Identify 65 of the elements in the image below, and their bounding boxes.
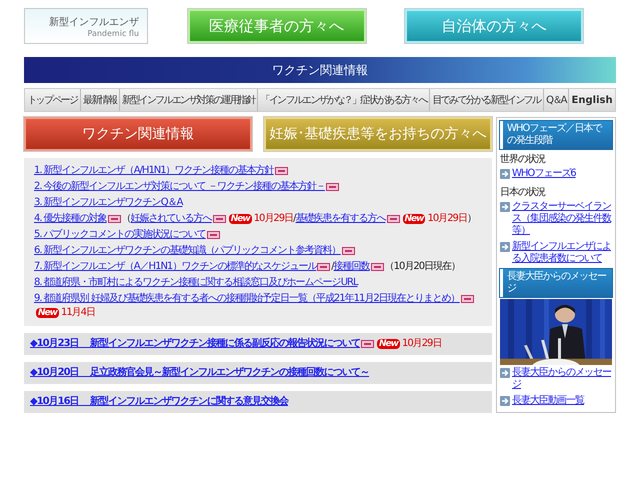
document-link[interactable]: 2. 今後の新型インフルエンザ対策について －ワクチン接種の基本方針－ xyxy=(34,180,325,194)
pdf-icon xyxy=(206,231,220,239)
pdf-icon xyxy=(460,295,474,303)
new-label: New xyxy=(36,308,59,318)
sidebar-link[interactable]: 長妻大臣動画一覧 xyxy=(512,395,584,407)
sidebar-link[interactable]: 新型インフルエンザによる入院患者数について xyxy=(512,241,612,265)
logo-subtitle: Pandemic flu xyxy=(87,28,139,38)
arrow-icon xyxy=(500,368,510,378)
section-button[interactable]: ワクチン関連情報 xyxy=(24,117,252,151)
pdf-icon xyxy=(326,183,339,191)
plain-text: ） xyxy=(466,212,476,226)
document-link[interactable]: ◆10月23日 新型インフルエンザワクチン接種に係る副反応の報告状況について xyxy=(30,337,360,351)
pdf-icon xyxy=(274,167,288,175)
date-text: 10月29日 xyxy=(402,337,442,351)
new-label: New xyxy=(402,214,426,224)
logo-title: 新型インフルエンザ xyxy=(49,16,139,28)
plain-text: （10月20日現在） xyxy=(384,260,460,274)
sidebar-header-title: WHOフェーズ／日本での発生段階 xyxy=(507,123,603,147)
document-link[interactable]: 8. 都道府県・市町村によるワクチン接種に関する相談窓口及びホームページURL xyxy=(34,276,358,290)
document-link[interactable]: 接種回数 xyxy=(334,260,370,274)
site-logo[interactable]: 新型インフルエンザ Pandemic flu xyxy=(24,8,148,44)
plain-text: / xyxy=(293,213,296,226)
nav-item[interactable]: 「インフルエンザかな？」症状がある方々へ xyxy=(257,89,430,111)
nav-item[interactable]: 新型インフルエンザ対策の運用指針 xyxy=(118,89,258,111)
pdf-icon xyxy=(108,215,121,223)
document-link[interactable]: 妊娠されている方へ xyxy=(130,212,212,226)
sidebar-link[interactable]: WHOフェーズ6 xyxy=(512,168,576,180)
sidebar-heading: 世界の状況 xyxy=(500,154,546,166)
document-link[interactable]: 3. 新型インフルエンザワクチンQ＆A xyxy=(34,196,182,210)
document-link[interactable]: ◆10月20日 足立政務官会見～新型インフルエンザワクチンの接種回数について～ xyxy=(30,366,370,380)
document-link[interactable]: 4. 優先接種の対象 xyxy=(34,212,107,226)
plain-text: （ xyxy=(122,212,131,226)
date-text: 11月4日 xyxy=(60,306,96,320)
nav-item[interactable]: Q＆A xyxy=(542,89,568,111)
nav-item[interactable]: 目でみて分かる新型インフル xyxy=(429,89,543,111)
document-link[interactable]: 1. 新型インフルエンザ（A/H1N1）ワクチン接種の基本方針 xyxy=(34,164,274,178)
plain-text: / xyxy=(331,261,334,274)
document-link[interactable]: 9. 都道府県別 妊婦及び基礎疾患を有する者への接種開始予定日一覧（平成21年11月2日現在とりまとめ） xyxy=(34,292,460,306)
arrow-icon xyxy=(500,242,510,252)
document-link[interactable]: 基礎疾患を有する方へ xyxy=(296,212,386,226)
pdf-icon xyxy=(361,340,374,348)
new-label: New xyxy=(228,214,252,224)
date-text: 10月29日 xyxy=(254,212,294,226)
new-label: New xyxy=(377,339,400,349)
arrow-icon xyxy=(500,169,510,179)
document-link[interactable]: 6. 新型インフルエンザワクチンの基礎知識（パブリックコメント参考資料） xyxy=(34,244,341,258)
arrow-icon xyxy=(500,202,510,212)
pdf-icon xyxy=(212,215,226,223)
document-link[interactable]: 5. パブリックコメントの実施状況について xyxy=(34,228,206,242)
nav-item[interactable]: トップページ xyxy=(25,89,80,111)
date-text: 10月29日 xyxy=(427,212,467,226)
banner-title: ワクチン関連情報 xyxy=(272,62,368,78)
sidebar-heading: 日本の状況 xyxy=(500,187,546,199)
pdf-icon xyxy=(386,215,400,223)
arrow-icon xyxy=(500,396,510,406)
sidebar-link[interactable]: 長妻大臣からのメッセージ xyxy=(512,367,612,391)
pdf-icon xyxy=(317,263,330,271)
nav-item[interactable]: 最新情報 xyxy=(80,89,119,111)
pdf-icon xyxy=(370,263,384,271)
document-link[interactable]: ◆10月16日 新型インフルエンザワクチンに関する意見交換会 xyxy=(30,395,288,409)
sidebar-link[interactable]: クラスターサーベイランス（集団感染の発生件数等） xyxy=(512,201,612,237)
pdf-icon xyxy=(342,247,355,255)
document-link[interactable]: 7. 新型インフルエンザ（A／H1N1）ワクチンの標準的なスケジュール xyxy=(34,260,316,274)
nav-item[interactable]: English xyxy=(568,89,615,111)
sidebar-header-title: 長妻大臣からのメッセージ xyxy=(507,271,608,295)
